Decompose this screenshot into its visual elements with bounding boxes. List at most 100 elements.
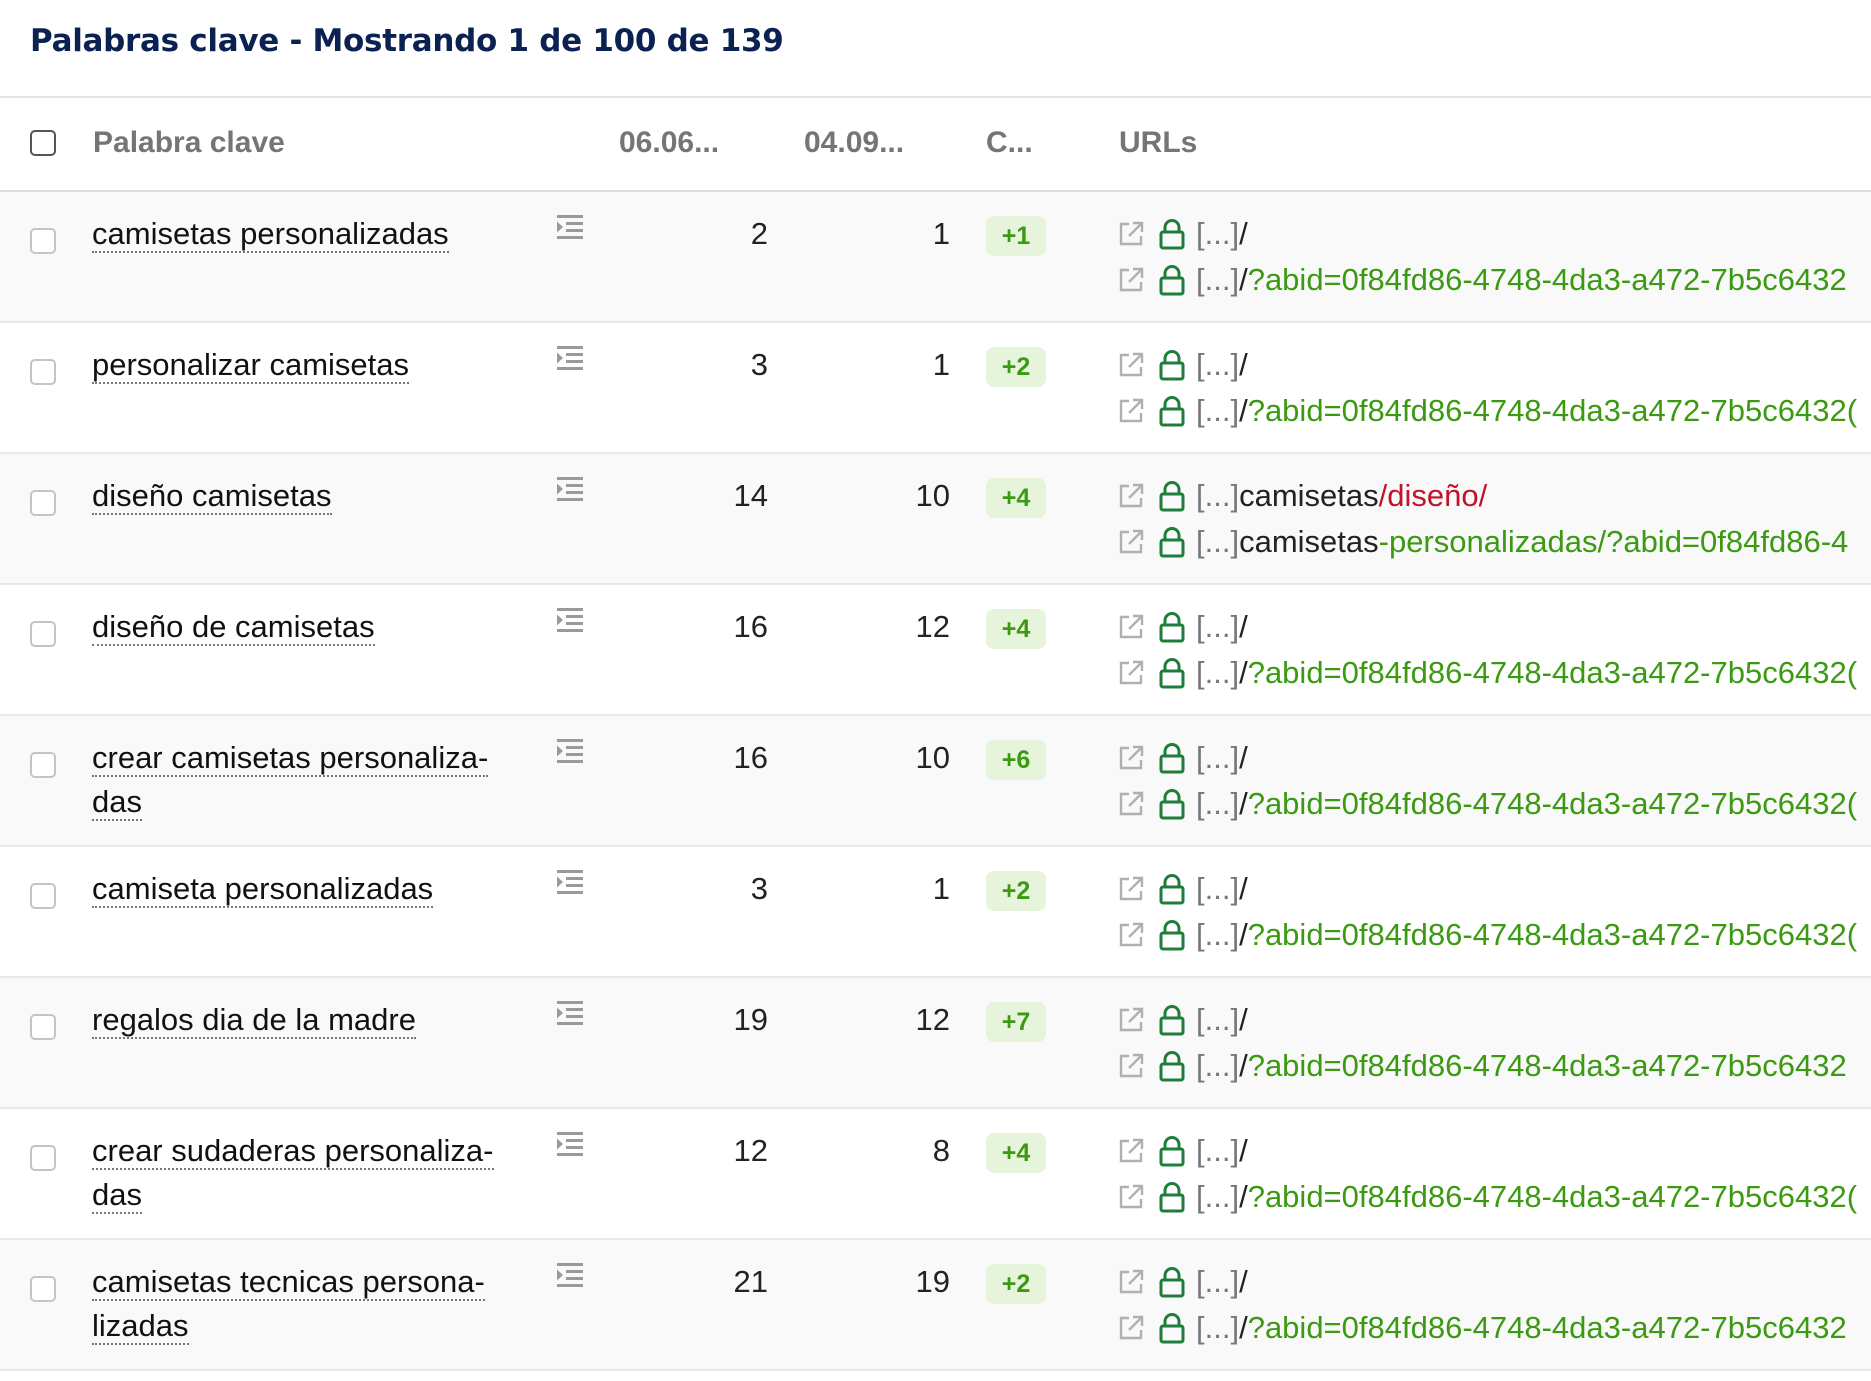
- url-path[interactable]: /: [1239, 262, 1248, 298]
- url-path[interactable]: /: [1239, 1002, 1248, 1038]
- row-checkbox[interactable]: [30, 490, 56, 516]
- table-row: camisetas personalizadas 2 1 +1 [...]/: [0, 192, 1871, 323]
- keyword-link[interactable]: camisetas personalizadas: [92, 216, 449, 253]
- keyword-link[interactable]: diseño camisetas: [92, 478, 332, 515]
- url-tail[interactable]: ?abid=0f84fd86-4748-4da3-a472-7b5c6432: [1248, 1310, 1847, 1346]
- url-path[interactable]: /: [1239, 393, 1248, 429]
- lock-icon: [1159, 874, 1185, 905]
- row-checkbox[interactable]: [30, 359, 56, 385]
- url-path[interactable]: camisetas: [1239, 478, 1379, 514]
- url-path[interactable]: /: [1239, 1048, 1248, 1084]
- keyword-link[interactable]: crear camisetas personaliza-das: [92, 740, 489, 821]
- external-link-icon[interactable]: [1116, 658, 1146, 688]
- row-checkbox[interactable]: [30, 1014, 56, 1040]
- table-row: crear camisetas personaliza-das 16 10 +6…: [0, 716, 1871, 847]
- external-link-icon[interactable]: [1116, 1182, 1146, 1212]
- url-path[interactable]: /: [1239, 917, 1248, 953]
- url-path[interactable]: /: [1239, 871, 1248, 907]
- url-path[interactable]: camisetas: [1239, 524, 1379, 560]
- indent-icon[interactable]: [555, 867, 585, 897]
- keyword-link[interactable]: regalos dia de la madre: [92, 1002, 416, 1039]
- url-line: [...] /: [1116, 867, 1248, 911]
- url-path[interactable]: /: [1239, 740, 1248, 776]
- column-header-urls[interactable]: URLs: [1119, 126, 1197, 160]
- table-row: personalizar camisetas 3 1 +2 [...] / [.…: [0, 323, 1871, 454]
- external-link-icon[interactable]: [1116, 743, 1146, 773]
- url-path[interactable]: /: [1239, 786, 1248, 822]
- table-row: camisetas tecnicas persona-lizadas 21 19…: [0, 1240, 1871, 1371]
- url-path[interactable]: /: [1239, 216, 1248, 252]
- url-tail[interactable]: ?abid=0f84fd86-4748-4da3-a472-7b5c6432(: [1248, 1179, 1857, 1215]
- external-link-icon[interactable]: [1116, 1313, 1146, 1343]
- url-tail[interactable]: ?abid=0f84fd86-4748-4da3-a472-7b5c6432(: [1248, 917, 1857, 953]
- external-link-icon[interactable]: [1116, 1136, 1146, 1166]
- position-date1: 12: [733, 1133, 768, 1168]
- keywords-table: Palabra clave 06.06... 04.09... C... URL…: [0, 98, 1871, 1371]
- indent-icon[interactable]: [555, 1129, 585, 1159]
- row-checkbox[interactable]: [30, 752, 56, 778]
- url-path[interactable]: /: [1239, 1179, 1248, 1215]
- page-title: Palabras clave - Mostrando 1 de 100 de 1…: [30, 23, 784, 59]
- url-path[interactable]: /: [1239, 655, 1248, 691]
- lock-icon: [1159, 265, 1185, 296]
- column-header-date2[interactable]: 04.09...: [804, 126, 904, 160]
- url-line: [...] / ?abid=0f84fd86-4748-4da3-a472-7b5c…: [1116, 651, 1857, 695]
- url-tail[interactable]: ?abid=0f84fd86-4748-4da3-a472-7b5c6432(: [1248, 393, 1857, 429]
- change-badge: +2: [986, 1264, 1046, 1304]
- external-link-icon[interactable]: [1116, 1005, 1146, 1035]
- change-badge: +4: [986, 609, 1046, 649]
- external-link-icon[interactable]: [1116, 265, 1146, 295]
- url-line: [...] /: [1116, 1129, 1248, 1173]
- url-tail[interactable]: -personalizadas/?abid=0f84fd86-4: [1379, 524, 1849, 560]
- row-checkbox[interactable]: [30, 883, 56, 909]
- row-checkbox[interactable]: [30, 228, 56, 254]
- indent-icon[interactable]: [555, 474, 585, 504]
- keyword-link[interactable]: crear sudaderas personaliza-das: [92, 1133, 494, 1214]
- external-link-icon[interactable]: [1116, 789, 1146, 819]
- url-tail[interactable]: ?abid=0f84fd86-4748-4da3-a472-7b5c6432(: [1248, 786, 1857, 822]
- keyword-link[interactable]: personalizar camisetas: [92, 347, 410, 384]
- indent-icon[interactable]: [555, 736, 585, 766]
- external-link-icon[interactable]: [1116, 350, 1146, 380]
- indent-icon[interactable]: [555, 605, 585, 635]
- position-date2: 10: [915, 740, 950, 775]
- external-link-icon[interactable]: [1116, 527, 1146, 557]
- external-link-icon[interactable]: [1116, 396, 1146, 426]
- external-link-icon[interactable]: [1116, 920, 1146, 950]
- position-date1: 3: [750, 347, 768, 382]
- url-line: [...] / ?abid=0f84fd86-4748-4da3-a472-7b5c…: [1116, 1044, 1847, 1088]
- url-prefix: [...]: [1196, 393, 1240, 428]
- row-checkbox[interactable]: [30, 621, 56, 647]
- url-tail[interactable]: ?abid=0f84fd86-4748-4da3-a472-7b5c6432(: [1248, 655, 1857, 691]
- url-tail[interactable]: ?abid=0f84fd86-4748-4da3-a472-7b5c6432: [1248, 1048, 1847, 1084]
- url-path[interactable]: /: [1239, 347, 1248, 383]
- url-path[interactable]: /: [1239, 1310, 1248, 1346]
- external-link-icon[interactable]: [1116, 874, 1146, 904]
- indent-icon[interactable]: [555, 1260, 585, 1290]
- url-path[interactable]: /: [1239, 609, 1248, 645]
- indent-icon[interactable]: [555, 343, 585, 373]
- url-path[interactable]: /: [1239, 1133, 1248, 1169]
- url-prefix: [...]: [1196, 655, 1240, 690]
- keyword-link[interactable]: camisetas tecnicas persona-lizadas: [92, 1264, 485, 1345]
- row-checkbox[interactable]: [30, 1145, 56, 1171]
- column-header-keyword[interactable]: Palabra clave: [93, 126, 285, 160]
- external-link-icon[interactable]: [1116, 1267, 1146, 1297]
- url-tail[interactable]: /diseño/: [1379, 478, 1488, 514]
- keyword-link[interactable]: camiseta personalizadas: [92, 871, 434, 908]
- url-path[interactable]: /: [1239, 1264, 1248, 1300]
- external-link-icon[interactable]: [1116, 1051, 1146, 1081]
- indent-icon[interactable]: [555, 212, 585, 242]
- indent-icon[interactable]: [555, 998, 585, 1028]
- url-prefix: [...]: [1196, 609, 1240, 644]
- select-all-checkbox[interactable]: [30, 130, 56, 156]
- external-link-icon[interactable]: [1116, 219, 1146, 249]
- column-header-date1[interactable]: 06.06...: [619, 126, 719, 160]
- row-checkbox[interactable]: [30, 1276, 56, 1302]
- column-header-change[interactable]: C...: [986, 126, 1033, 160]
- external-link-icon[interactable]: [1116, 612, 1146, 642]
- lock-icon: [1159, 1313, 1185, 1344]
- keyword-link[interactable]: diseño de camisetas: [92, 609, 375, 646]
- external-link-icon[interactable]: [1116, 481, 1146, 511]
- url-tail[interactable]: ?abid=0f84fd86-4748-4da3-a472-7b5c6432: [1248, 262, 1847, 298]
